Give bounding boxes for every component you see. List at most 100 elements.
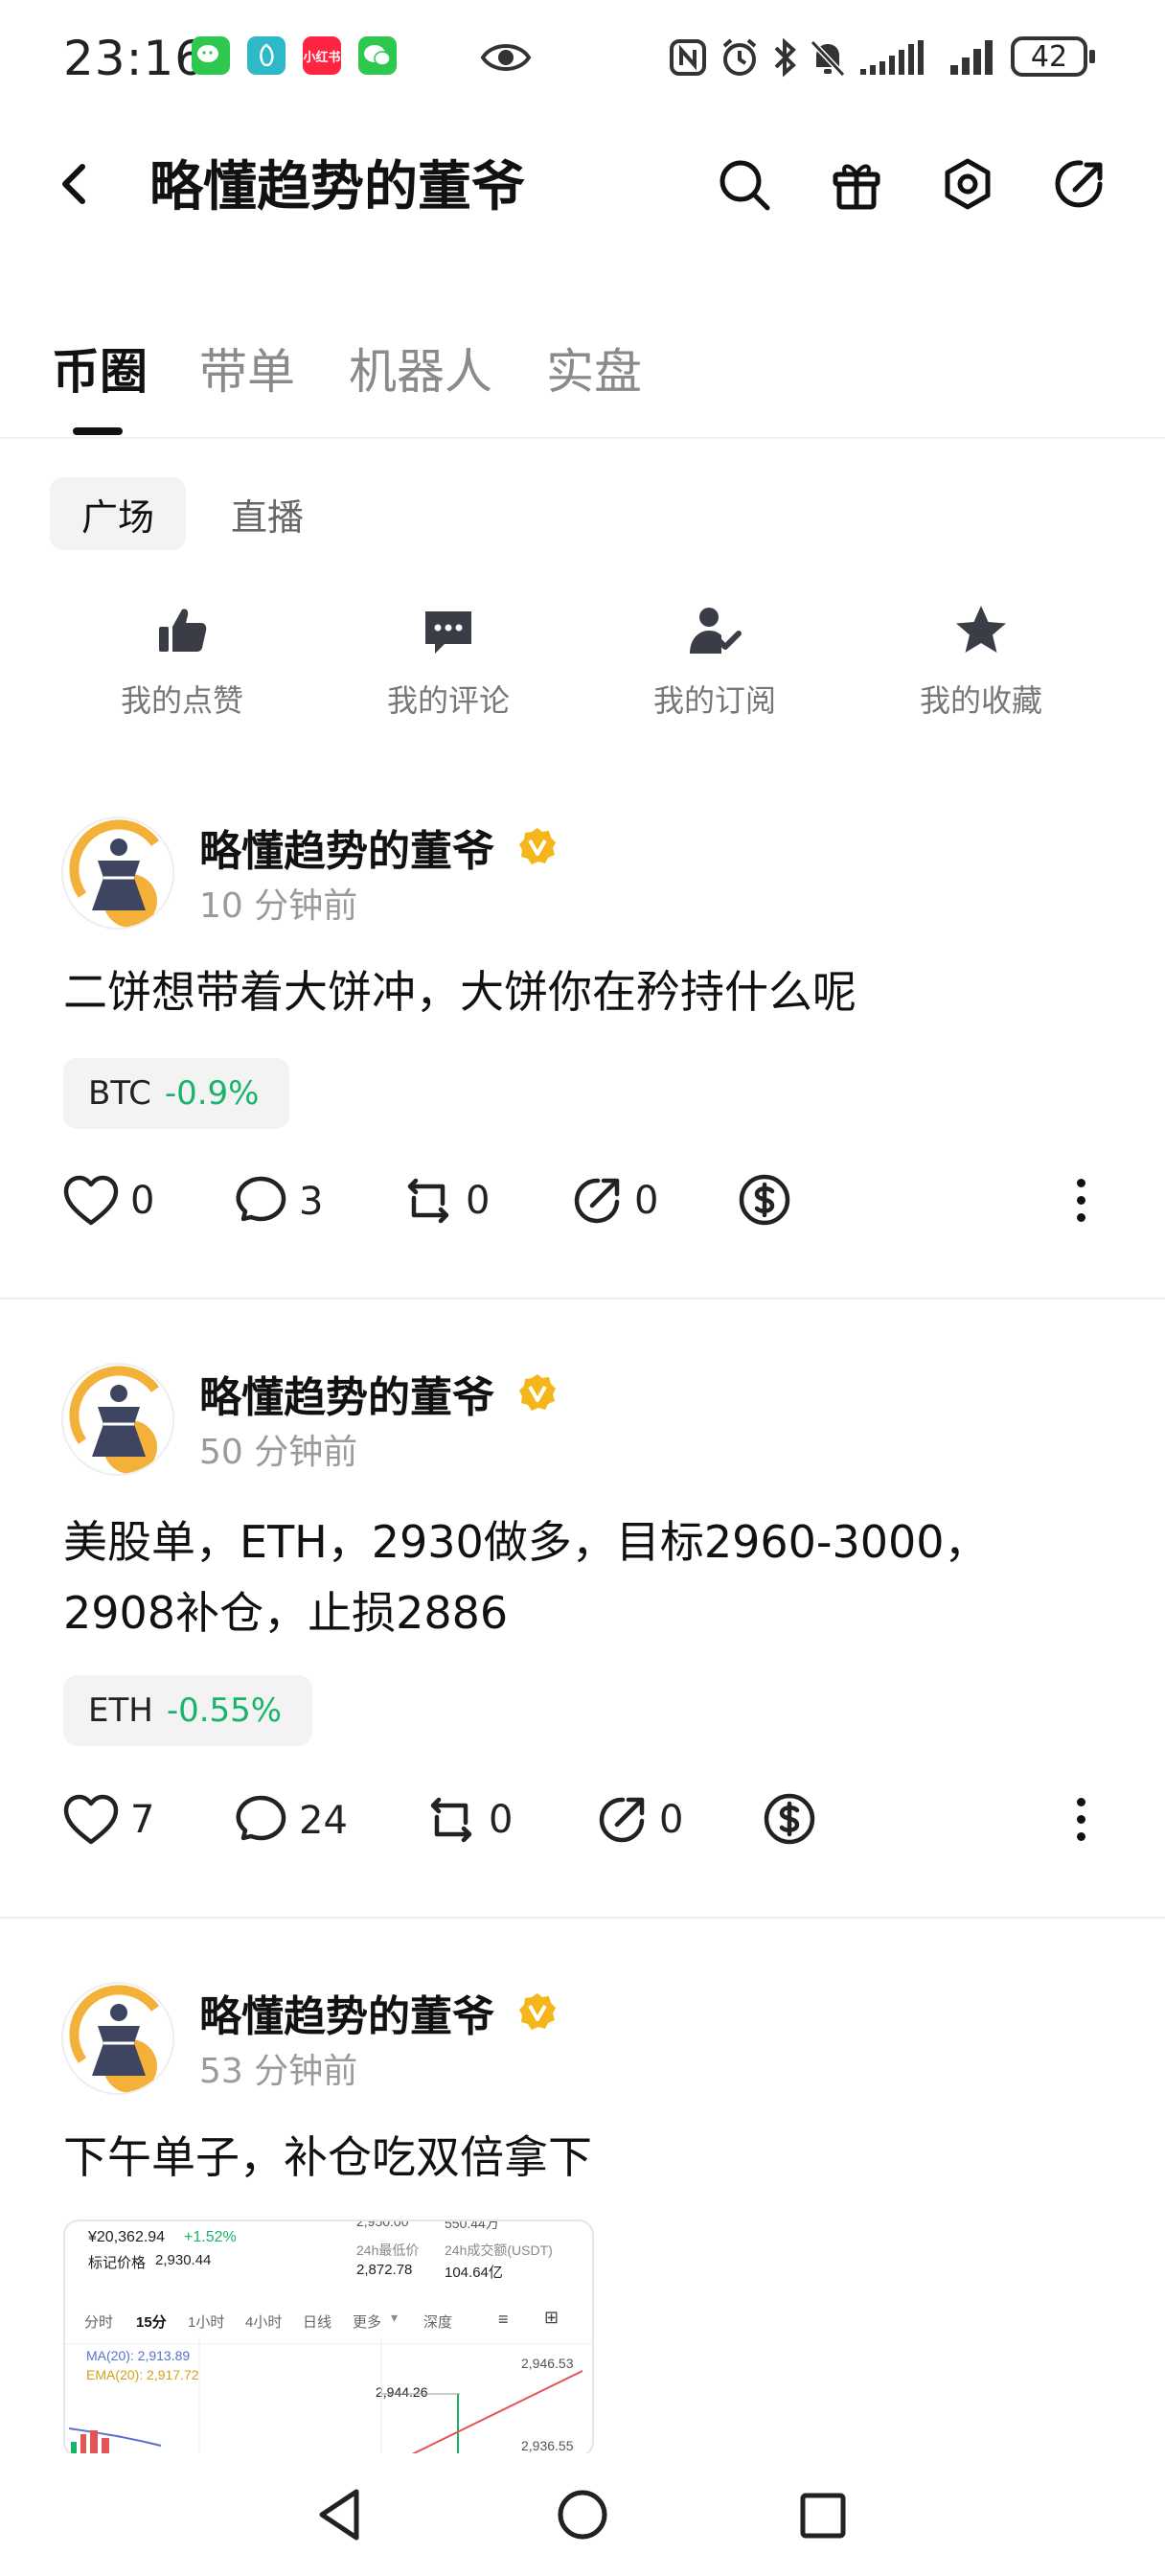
tab-coin-circle[interactable]: 币圈: [52, 334, 148, 402]
chart-vol-label: 24h成交额(USDT): [445, 2242, 553, 2258]
eye-icon: [479, 38, 533, 77]
tab-live-account[interactable]: 实盘: [546, 334, 642, 402]
chart-change: +1.52%: [184, 2229, 237, 2245]
ticker-change: -0.9%: [164, 1074, 260, 1113]
like-count: 0: [130, 1179, 155, 1223]
share-button[interactable]: 0: [571, 1175, 658, 1227]
gift-button[interactable]: [830, 157, 883, 211]
like-button[interactable]: 0: [63, 1175, 154, 1227]
tab-copy-trading[interactable]: 带单: [199, 334, 295, 402]
candlestick-chart: [65, 2336, 592, 2455]
interval-tab: 深度: [423, 2314, 453, 2331]
comment-count: 24: [299, 1799, 348, 1843]
xiaohongshu-icon: 小红书: [303, 36, 341, 75]
ticker-tag[interactable]: ETH -0.55%: [63, 1675, 312, 1746]
post-text[interactable]: 下午单子，补仓吃双倍拿下: [63, 2122, 1108, 2193]
chart-top-cut: 550.44万: [445, 2220, 499, 2231]
my-favorites-button[interactable]: 我的收藏: [885, 602, 1077, 721]
ticker-symbol: ETH: [88, 1691, 153, 1730]
my-comments-label: 我的评论: [386, 682, 510, 719]
post-author[interactable]: 略懂趋势的董爷: [199, 1982, 494, 2043]
interval-tab: 分时: [84, 2314, 114, 2331]
nav-recents-icon[interactable]: [799, 2492, 847, 2540]
back-button[interactable]: [54, 153, 92, 215]
settings-button[interactable]: [941, 157, 994, 211]
avatar[interactable]: [61, 1982, 174, 2095]
subtab-square[interactable]: 广场: [50, 477, 186, 550]
post-text[interactable]: 二饼想带着大饼冲，大饼你在矜持什么呢: [63, 956, 1108, 1027]
chart-mark-label: 标记价格: [88, 2255, 147, 2271]
my-subscriptions-label: 我的订阅: [652, 682, 776, 719]
post-author[interactable]: 略懂趋势的董爷: [199, 816, 494, 878]
chart-low-value: 2,872.78: [356, 2262, 413, 2278]
repost-button[interactable]: 0: [425, 1794, 513, 1846]
settings-icon: ≡: [498, 2310, 509, 2329]
like-count: 7: [130, 1798, 155, 1842]
share-button[interactable]: [1052, 157, 1108, 213]
interval-tab: 更多: [353, 2314, 382, 2331]
search-button[interactable]: [717, 157, 772, 213]
comment-icon: [236, 1176, 286, 1222]
comment-icon: [420, 602, 477, 659]
tip-button[interactable]: [738, 1173, 791, 1227]
interval-tab: 日线: [303, 2314, 332, 2331]
post-image[interactable]: ¥20,362.94 +1.52% 标记价格 2,930.44 2,950.00…: [63, 2220, 594, 2457]
search-icon: [720, 160, 770, 211]
nav-home-icon[interactable]: [556, 2488, 609, 2542]
battery-icon: 42: [1011, 36, 1095, 77]
my-subscriptions-button[interactable]: 我的订阅: [619, 602, 811, 721]
grid-icon: ⊞: [544, 2308, 560, 2327]
wechat-icon: [192, 36, 230, 75]
repost-button[interactable]: 0: [402, 1175, 490, 1227]
interval-tab: 4小时: [245, 2314, 283, 2331]
repost-icon: [430, 1797, 472, 1843]
verified-badge-icon: [517, 826, 558, 866]
notify-app-icon: [247, 36, 286, 75]
signal-icon: [948, 38, 996, 77]
system-nav-bar: [0, 2453, 1165, 2576]
nfc-icon: [669, 38, 707, 77]
like-button[interactable]: 7: [63, 1794, 154, 1846]
bluetooth-icon: [772, 36, 799, 79]
my-favorites-label: 我的收藏: [919, 682, 1042, 719]
active-tab-indicator: [73, 427, 123, 435]
tip-button[interactable]: [763, 1792, 816, 1846]
tab-robot[interactable]: 机器人: [349, 334, 492, 402]
wechat-icon: [358, 36, 397, 75]
gift-icon: [833, 164, 880, 210]
post-time: 10 分钟前: [199, 886, 358, 926]
heart-icon: [63, 1175, 119, 1226]
signal-icon: [858, 38, 927, 77]
avatar[interactable]: [61, 816, 174, 930]
verified-badge-icon: [517, 1991, 558, 2032]
share-count: 0: [659, 1798, 684, 1842]
heart-icon: [63, 1794, 119, 1845]
post-text[interactable]: 美股单，ETH，2930做多，目标2960-3000，: [63, 1506, 1108, 1577]
status-bar: 23:16 小红书 42: [0, 0, 1165, 115]
nav-back-icon[interactable]: [316, 2488, 362, 2542]
ticker-change: -0.55%: [166, 1691, 283, 1730]
comment-button[interactable]: 3: [234, 1175, 323, 1229]
my-likes-button[interactable]: 我的点赞: [86, 602, 278, 721]
comment-button[interactable]: 24: [234, 1794, 348, 1848]
interval-tab: 15分: [136, 2314, 167, 2331]
post-text[interactable]: 2908补仓，止损2886: [63, 1577, 1108, 1648]
subtab-live[interactable]: 直播: [205, 477, 330, 550]
mute-icon: [807, 36, 849, 79]
ticker-tag[interactable]: BTC -0.9%: [63, 1058, 289, 1129]
star-icon: [952, 602, 1010, 659]
divider: [0, 1298, 1165, 1300]
my-comments-button[interactable]: 我的评论: [353, 602, 544, 721]
share-icon: [599, 1797, 645, 1843]
post-author[interactable]: 略懂趋势的董爷: [199, 1363, 494, 1424]
avatar[interactable]: [61, 1363, 174, 1476]
share-button[interactable]: 0: [596, 1794, 683, 1846]
more-options-icon[interactable]: [1075, 1179, 1086, 1230]
more-options-icon[interactable]: [1075, 1798, 1086, 1850]
dollar-icon: [764, 1793, 815, 1845]
repost-count: 0: [489, 1798, 514, 1842]
repost-icon: [407, 1178, 449, 1224]
divider: [0, 1917, 1165, 1919]
verified-badge-icon: [517, 1372, 558, 1413]
chart-top-cut: 2,950.00: [356, 2220, 409, 2229]
